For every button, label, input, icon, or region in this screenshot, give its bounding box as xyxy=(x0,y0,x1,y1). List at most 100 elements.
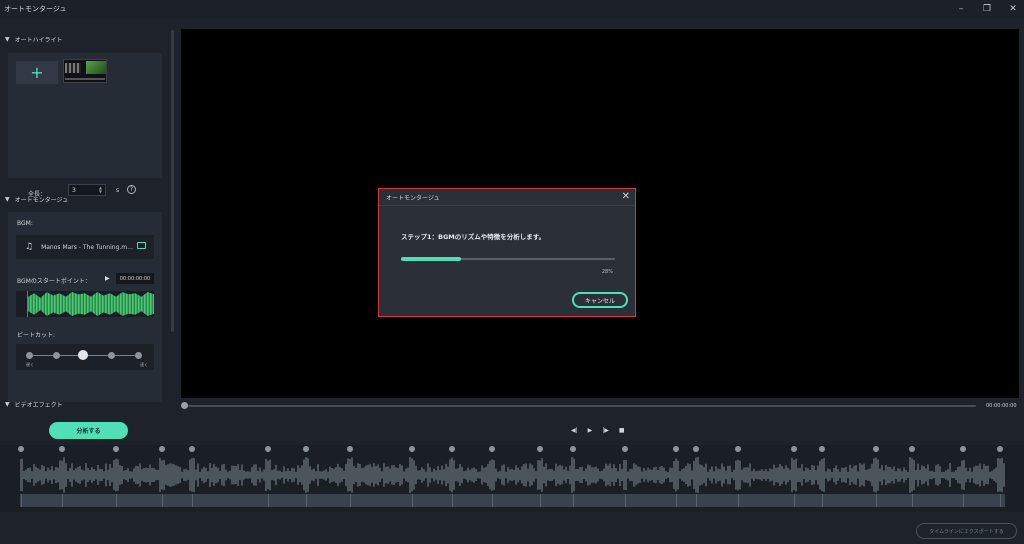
collapse-triangle-icon: ▼ xyxy=(5,196,10,203)
beat-marker[interactable] xyxy=(622,446,628,452)
beat-step-5[interactable] xyxy=(135,352,142,359)
video-effect-title: ビデオエフェクト xyxy=(14,402,63,409)
clip-divider xyxy=(452,494,453,507)
clip-divider xyxy=(876,494,877,507)
help-icon[interactable]: ? xyxy=(127,185,136,194)
beat-marker[interactable] xyxy=(735,446,741,452)
bgm-track-field[interactable]: ♫ Manos Mars - The Tunning.m... xyxy=(16,235,154,259)
timeline-waveform[interactable] xyxy=(20,455,1005,495)
beat-marker[interactable] xyxy=(113,446,119,452)
beat-marker[interactable] xyxy=(303,446,309,452)
beat-marker[interactable] xyxy=(570,446,576,452)
beat-marker[interactable] xyxy=(997,446,1003,452)
export-to-timeline-button[interactable]: タイムラインにエクスポートする xyxy=(916,523,1017,539)
stepper-arrows-icon[interactable]: ▲ ▼ xyxy=(99,186,102,194)
beat-marker[interactable] xyxy=(791,446,797,452)
auto-montage-header[interactable]: ▼ オートモンタージュ xyxy=(5,195,68,204)
next-frame-icon[interactable]: |▶ xyxy=(602,427,609,434)
beat-marker[interactable] xyxy=(819,446,825,452)
add-media-button[interactable]: + xyxy=(16,61,58,84)
beat-marker[interactable] xyxy=(189,446,195,452)
beat-marker[interactable] xyxy=(59,446,65,452)
beat-marker[interactable] xyxy=(960,446,966,452)
start-point-playhead[interactable] xyxy=(27,291,28,317)
cancel-button[interactable]: キャンセル xyxy=(572,292,628,308)
beat-marker[interactable] xyxy=(537,446,543,452)
start-point-label: BGMのスタートポイント： xyxy=(17,278,91,285)
beat-marker[interactable] xyxy=(489,446,495,452)
collapse-triangle-icon: ▼ xyxy=(5,36,10,43)
close-icon[interactable]: ✕ xyxy=(1008,4,1018,14)
play-icon[interactable]: ▶ xyxy=(588,427,593,434)
beat-step-1[interactable] xyxy=(26,352,33,359)
timeline-clip-bar[interactable] xyxy=(20,494,1005,507)
stop-icon[interactable]: ■ xyxy=(619,427,625,434)
clip-divider xyxy=(794,494,795,507)
beat-marker[interactable] xyxy=(909,446,915,452)
clip-divider xyxy=(696,494,697,507)
beat-marker[interactable] xyxy=(449,446,455,452)
clip-divider xyxy=(625,494,626,507)
clip-divider xyxy=(738,494,739,507)
window-controls: – ❐ ✕ xyxy=(956,0,1018,17)
beat-marker[interactable] xyxy=(159,446,165,452)
minimize-icon[interactable]: – xyxy=(956,4,966,14)
beat-step-4[interactable] xyxy=(108,352,115,359)
bgm-settings: BGM: ♫ Manos Mars - The Tunning.m... BGM… xyxy=(8,212,162,402)
collapse-triangle-icon: ▼ xyxy=(5,401,10,408)
dialog-close-icon[interactable]: ✕ xyxy=(622,191,630,202)
auto-highlight-header[interactable]: ▼ オートハイライト xyxy=(5,35,63,44)
previous-frame-icon[interactable]: ◀| xyxy=(571,427,578,434)
beat-marker[interactable] xyxy=(693,446,699,452)
start-time-field[interactable]: 00:00:00:00 xyxy=(116,273,154,284)
analysis-progress-text: 28% xyxy=(601,269,613,275)
clip-divider xyxy=(350,494,351,507)
clip-divider xyxy=(822,494,823,507)
clip-divider xyxy=(62,494,63,507)
bgm-waveform[interactable] xyxy=(16,291,154,317)
beat-marker[interactable] xyxy=(347,446,353,452)
beat-marker[interactable] xyxy=(18,446,24,452)
clip-divider xyxy=(21,494,22,507)
beat-marker[interactable] xyxy=(409,446,415,452)
bgm-label: BGM: xyxy=(17,220,33,227)
beat-cut-slider[interactable]: 遅く 速く xyxy=(16,344,154,370)
clip-divider xyxy=(676,494,677,507)
restore-icon[interactable]: ❐ xyxy=(982,4,992,14)
beat-step-2[interactable] xyxy=(53,352,60,359)
clip-divider xyxy=(573,494,574,507)
seek-bar[interactable] xyxy=(185,405,976,407)
beat-marker[interactable] xyxy=(265,446,271,452)
clip-divider xyxy=(1000,494,1001,507)
beat-marker[interactable] xyxy=(873,446,879,452)
media-box: + xyxy=(8,53,162,178)
plus-icon: + xyxy=(30,62,44,82)
beat-markers xyxy=(0,445,1024,455)
playback-controls: ◀| ▶ |▶ ■ xyxy=(571,427,625,434)
folder-icon[interactable] xyxy=(137,242,146,249)
media-thumbnail[interactable] xyxy=(63,59,107,83)
timeline[interactable] xyxy=(0,445,1024,512)
analysis-progress-bar xyxy=(401,257,615,261)
clip-divider xyxy=(963,494,964,507)
title-bar: オートモンタージュ – ❐ ✕ xyxy=(0,0,1024,17)
beat-marker[interactable] xyxy=(673,446,679,452)
auto-montage-title: オートモンタージュ xyxy=(14,197,69,204)
video-effect-header[interactable]: ▼ ビデオエフェクト xyxy=(5,400,63,409)
auto-highlight-title: オートハイライト xyxy=(14,37,63,44)
preview-time: 00:00:00:00 xyxy=(986,403,1017,409)
bgm-track-name: Manos Mars - The Tunning.m... xyxy=(41,243,133,251)
clip-divider xyxy=(192,494,193,507)
play-icon[interactable]: ▶ xyxy=(105,275,110,282)
analyze-button[interactable]: 分析する xyxy=(49,422,128,439)
dialog-title: オートモンタージュ xyxy=(386,194,440,202)
left-panel: ▼ オートハイライト + 全長： 3 ▲ ▼ s ? ▼ オートモンタージュ BG… xyxy=(0,27,170,412)
clip-divider xyxy=(268,494,269,507)
beat-slider-handle[interactable] xyxy=(78,350,88,360)
left-panel-scrollbar[interactable] xyxy=(171,30,174,332)
total-length-stepper[interactable]: 3 ▲ ▼ xyxy=(68,184,106,196)
beat-cut-label: ビートカット: xyxy=(17,332,56,339)
total-length-value: 3 xyxy=(72,186,76,194)
music-note-icon: ♫ xyxy=(25,242,34,252)
seek-handle[interactable] xyxy=(181,402,188,409)
